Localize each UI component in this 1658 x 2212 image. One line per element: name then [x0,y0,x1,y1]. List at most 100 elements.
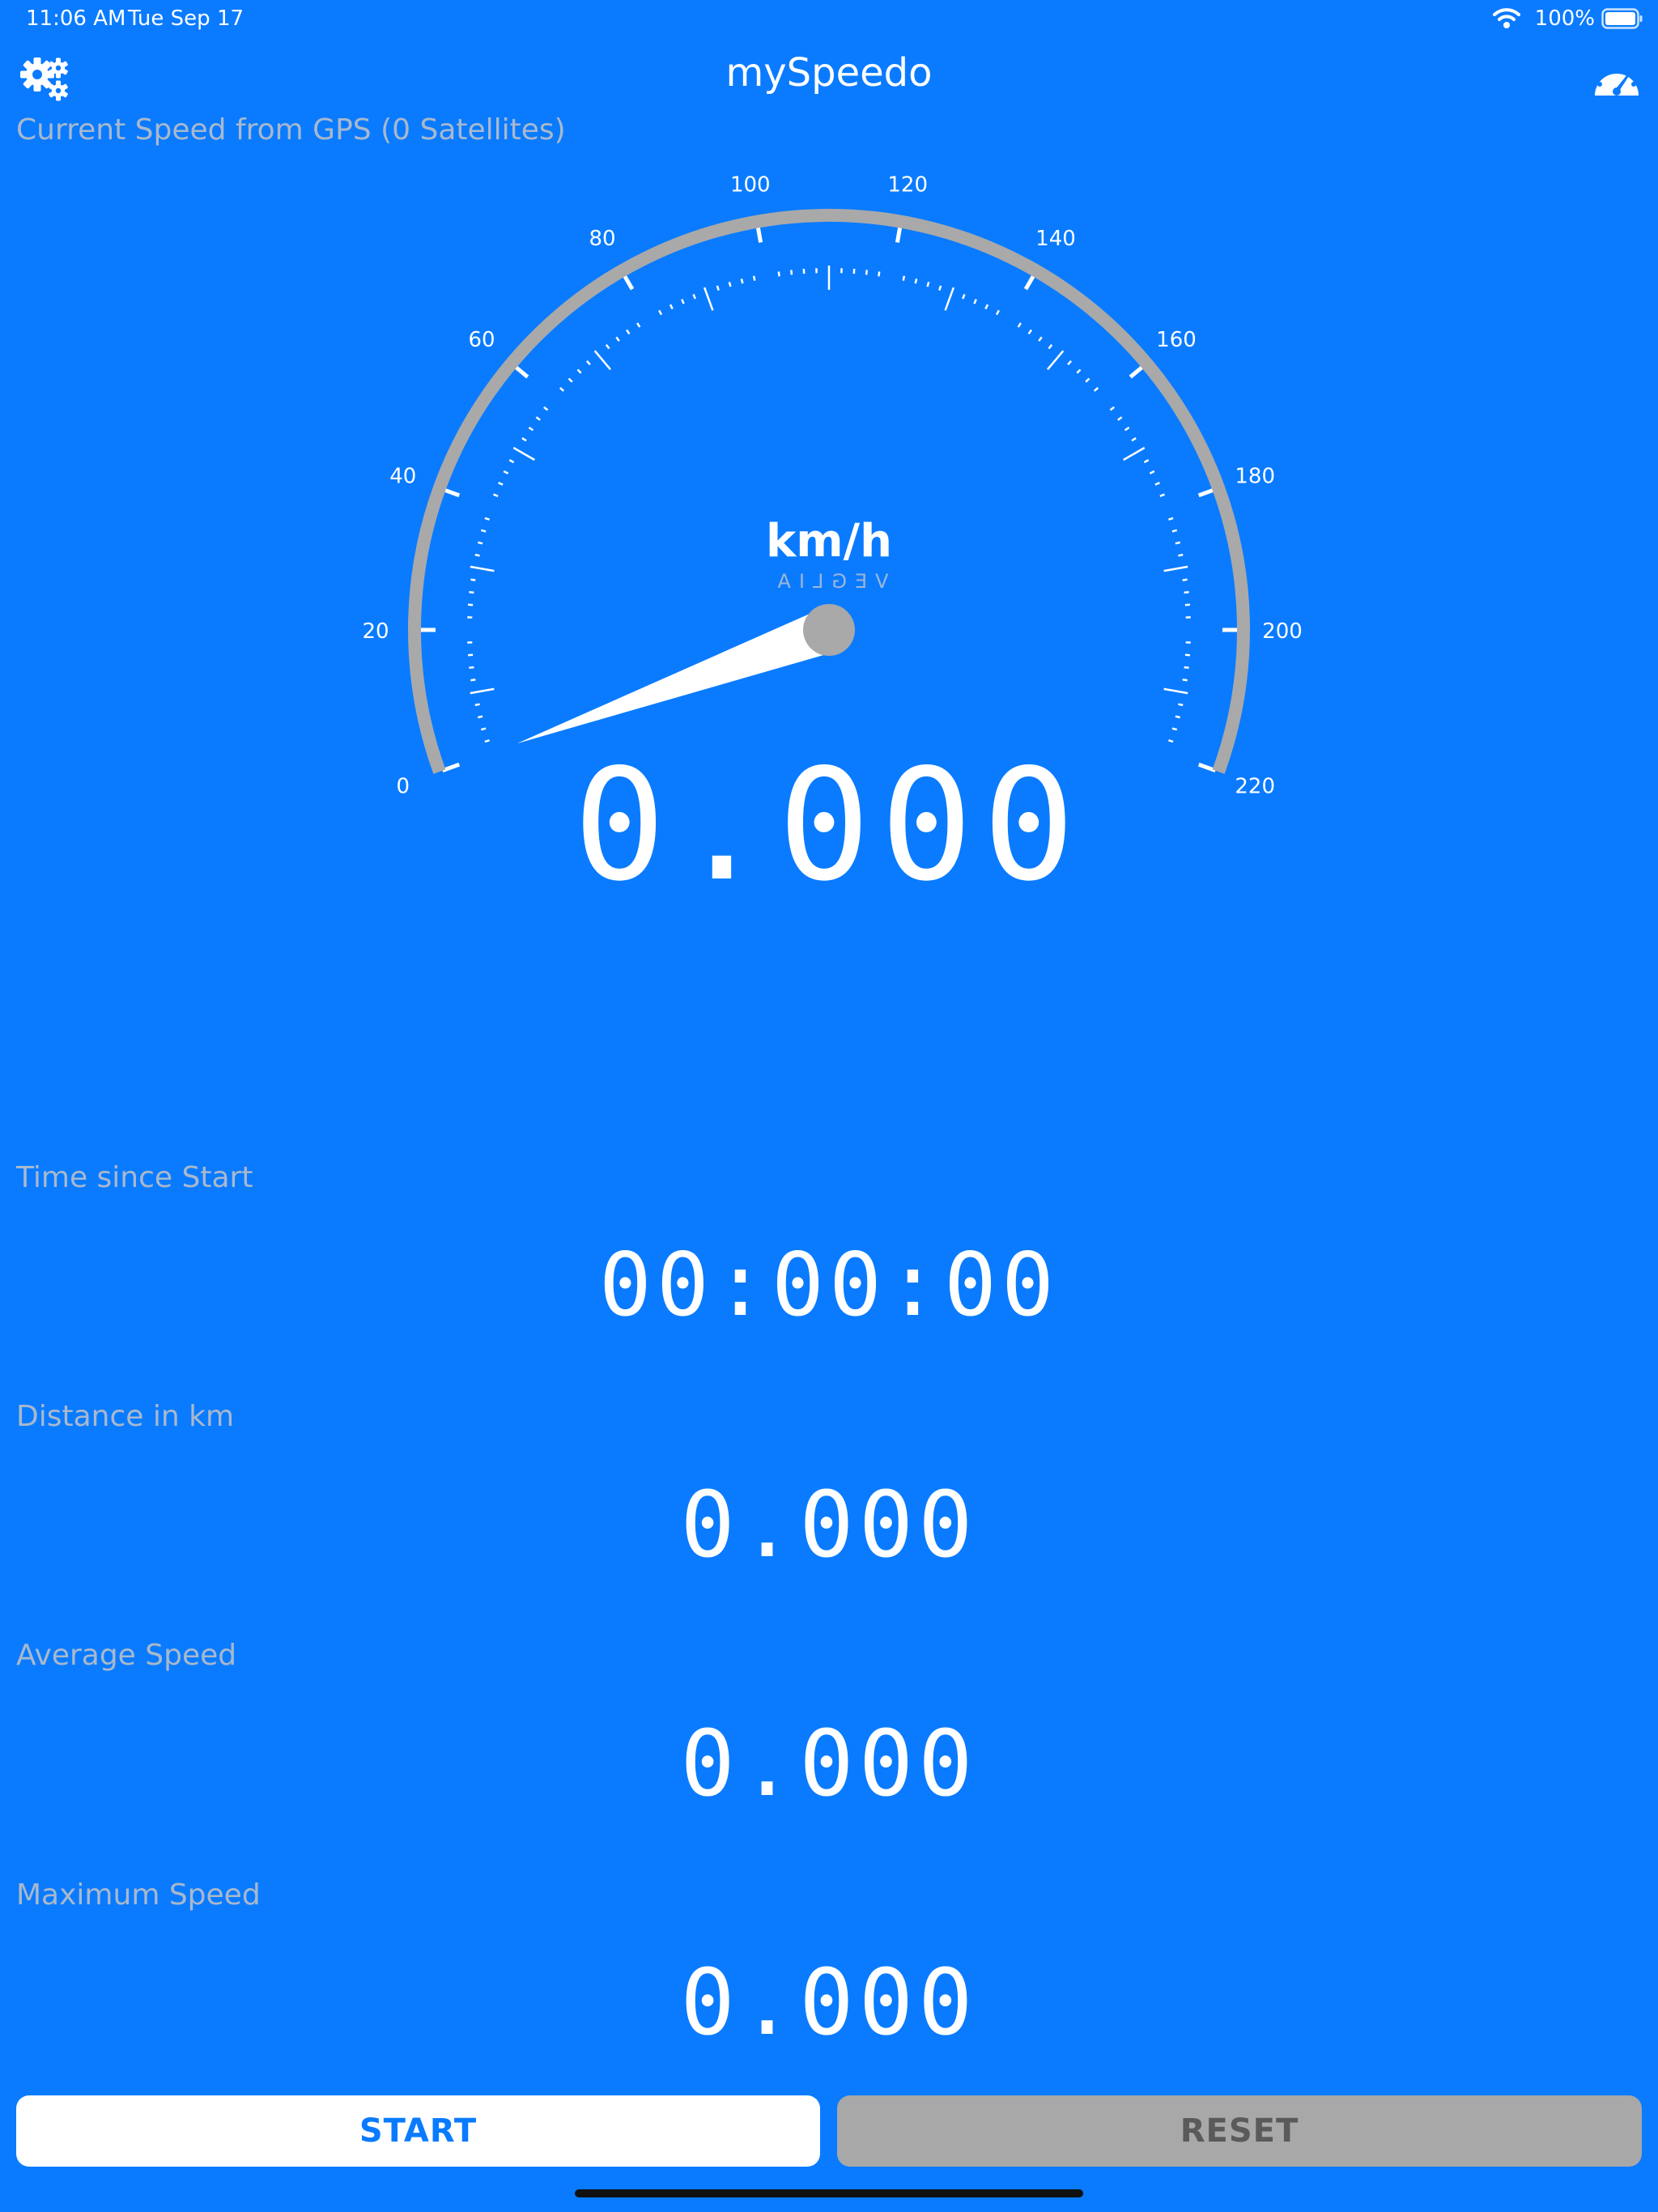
time-since-start-label: Time since Start [16,1161,253,1194]
minor-tick [926,281,930,287]
minor-tick [1017,322,1022,328]
minor-tick [692,294,696,300]
minor-tick [938,285,942,291]
current-speed-value: 0.000 [573,736,1085,915]
mid-tick [470,687,495,695]
minor-tick [1093,386,1099,392]
home-indicator [575,2189,1083,2197]
minor-tick [1175,541,1180,545]
mid-tick [1123,446,1146,462]
mid-tick [703,287,714,311]
minor-tick [984,304,989,310]
mid-tick [512,446,535,462]
minor-tick [1131,437,1137,442]
minor-tick [469,666,474,669]
gauge-label-100: 100 [730,173,771,198]
maximum-speed-label: Maximum Speed [16,1878,261,1912]
minor-tick [568,377,573,383]
minor-tick [681,299,685,304]
speed-unit: km/h [766,515,892,568]
minor-tick [576,368,582,374]
minor-tick [1067,359,1073,366]
minor-tick [1124,426,1130,432]
minor-tick [1182,578,1188,581]
minor-tick [669,304,674,310]
minor-tick [902,275,906,281]
minor-tick [1171,529,1178,533]
mid-tick [1163,687,1188,695]
minor-tick [535,416,541,421]
minor-tick [878,271,881,277]
minor-tick [469,591,474,594]
minor-tick [493,493,499,497]
gauge-scale-labels: 020406080100 120140160180200220 [362,173,1302,799]
gauge-label-40: 40 [389,465,416,489]
minor-tick [478,541,483,545]
minor-tick [1171,727,1178,731]
minor-tick [605,344,610,350]
reset-button[interactable]: RESET [837,2095,1642,2167]
minor-tick [790,270,793,275]
gauge-label-80: 80 [589,227,615,251]
gauge-label-200: 200 [1262,619,1303,644]
needle-hub [803,604,855,656]
minor-tick [1117,416,1123,421]
minor-tick [1182,678,1188,682]
minor-tick [1178,703,1184,707]
gauge-label-180: 180 [1235,465,1275,489]
distance-label: Distance in km [16,1400,235,1433]
mid-tick [1163,565,1188,572]
minor-tick [1038,336,1043,342]
minor-tick [1085,377,1090,383]
minor-tick [480,727,487,731]
minor-tick [995,309,1000,316]
maximum-speed-value: 0.000 [680,1950,978,2056]
minor-tick [1027,329,1033,335]
minor-tick [777,271,780,277]
minor-tick [470,578,476,581]
minor-tick [865,270,868,275]
average-speed-label: Average Speed [16,1639,237,1672]
minor-tick [521,437,527,442]
minor-tick [1076,368,1082,374]
minor-tick [503,470,509,474]
minor-tick [585,359,591,366]
minor-tick [728,281,732,287]
minor-tick [973,299,977,304]
minor-tick [528,426,534,432]
distance-value: 0.000 [680,1473,978,1578]
gauge-label-60: 60 [468,328,495,352]
minor-tick [559,386,565,392]
minor-tick [962,294,966,300]
minor-tick [1168,517,1174,521]
minor-tick [1149,470,1155,474]
minor-tick [470,678,476,682]
minor-tick [474,703,480,707]
minor-tick [1109,406,1115,411]
mid-tick [1047,350,1065,371]
gauge-label-160: 160 [1156,328,1197,352]
minor-tick [1159,493,1165,497]
minor-tick [484,517,490,521]
mid-tick [470,565,495,572]
minor-tick [636,322,641,328]
gauge-label-20: 20 [362,619,389,644]
gauge-ticks [418,224,1240,773]
minor-tick [615,336,620,342]
gauge-brand: VEGLIA [769,570,888,593]
gauge-label-140: 140 [1035,227,1076,251]
gauge-arc [408,209,1250,774]
minor-tick [1143,459,1150,464]
start-button[interactable]: START [16,2095,820,2167]
minor-tick [658,309,663,316]
minor-tick [484,739,490,743]
minor-tick [480,529,487,533]
minor-tick [1184,666,1189,669]
minor-tick [625,329,631,335]
gauge-label-120: 120 [887,173,928,198]
minor-tick [543,406,549,411]
minor-tick [1154,482,1160,486]
minor-tick [508,459,515,464]
minor-tick [752,275,756,281]
minor-tick [498,482,504,486]
